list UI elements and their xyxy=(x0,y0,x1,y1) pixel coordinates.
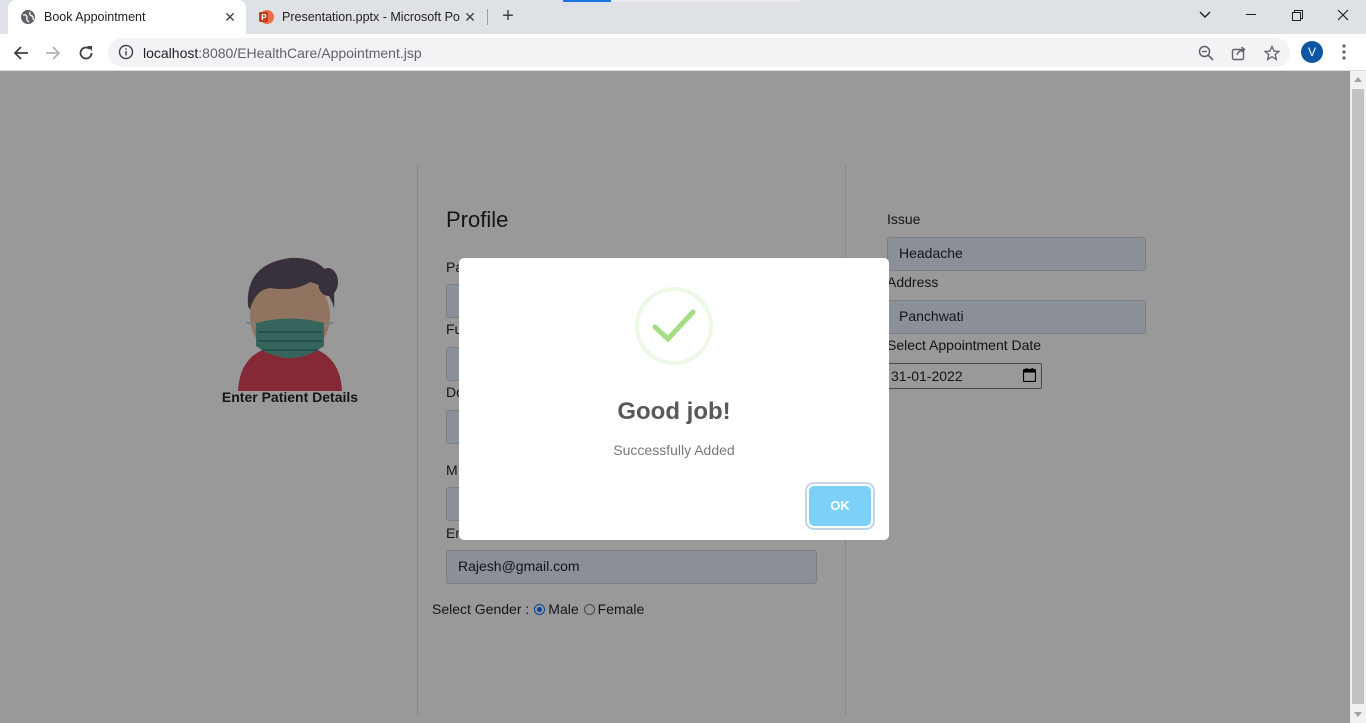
site-info-icon[interactable] xyxy=(118,44,134,60)
page-scrollbar[interactable] xyxy=(1350,71,1366,723)
tab-separator xyxy=(487,9,488,25)
tab-book-appointment[interactable]: Book Appointment ✕ xyxy=(8,0,246,34)
tab-strip-indicator xyxy=(563,0,611,2)
browser-tab-bar: Book Appointment ✕ P Presentation.pptx -… xyxy=(0,0,1366,34)
url-text: localhost:8080/EHealthCare/Appointment.j… xyxy=(143,45,422,61)
tab-strip-indicator-track xyxy=(611,0,801,2)
page-viewport: Enter Patient Details Profile Pa Fu Do M… xyxy=(0,71,1350,723)
new-tab-plus-icon[interactable]: + xyxy=(498,6,518,27)
browser-menu-icon[interactable] xyxy=(1334,42,1354,62)
globe-icon xyxy=(20,9,36,25)
close-icon[interactable]: ✕ xyxy=(220,7,240,27)
forward-arrow-icon[interactable] xyxy=(40,40,66,66)
reload-icon[interactable] xyxy=(73,40,99,66)
bookmark-star-icon[interactable] xyxy=(1262,43,1282,63)
dialog-message: Successfully Added xyxy=(613,442,735,458)
address-bar[interactable]: localhost:8080/EHealthCare/Appointment.j… xyxy=(108,38,1290,67)
close-window-icon[interactable] xyxy=(1320,0,1366,30)
minimize-icon[interactable] xyxy=(1228,0,1274,30)
ok-button[interactable]: OK xyxy=(809,486,871,526)
tab-search-chevron-icon[interactable] xyxy=(1182,0,1228,30)
close-icon[interactable]: ✕ xyxy=(460,7,480,27)
scrollbar-thumb[interactable] xyxy=(1352,89,1364,704)
scroll-down-arrow-icon[interactable] xyxy=(1354,712,1362,717)
share-icon[interactable] xyxy=(1229,43,1249,63)
tab-presentation[interactable]: P Presentation.pptx - Microsoft PowerPoi… xyxy=(248,0,486,34)
back-arrow-icon[interactable] xyxy=(8,40,34,66)
scroll-up-arrow-icon[interactable] xyxy=(1354,77,1362,82)
zoom-icon[interactable] xyxy=(1196,43,1216,63)
dialog-title: Good job! xyxy=(617,398,731,425)
tab-title: Presentation.pptx - Microsoft PowerPoint xyxy=(282,10,460,24)
restore-icon[interactable] xyxy=(1274,0,1320,30)
profile-avatar[interactable]: V xyxy=(1301,41,1323,63)
svg-text:P: P xyxy=(261,13,267,22)
browser-toolbar: localhost:8080/EHealthCare/Appointment.j… xyxy=(0,34,1366,71)
success-dialog: Good job! Successfully Added OK xyxy=(459,258,889,540)
url-host: localhost xyxy=(143,45,199,61)
powerpoint-icon: P xyxy=(258,9,274,25)
tab-title: Book Appointment xyxy=(44,10,146,24)
url-path: :8080/EHealthCare/Appointment.jsp xyxy=(198,45,422,61)
success-check-icon xyxy=(652,309,696,343)
